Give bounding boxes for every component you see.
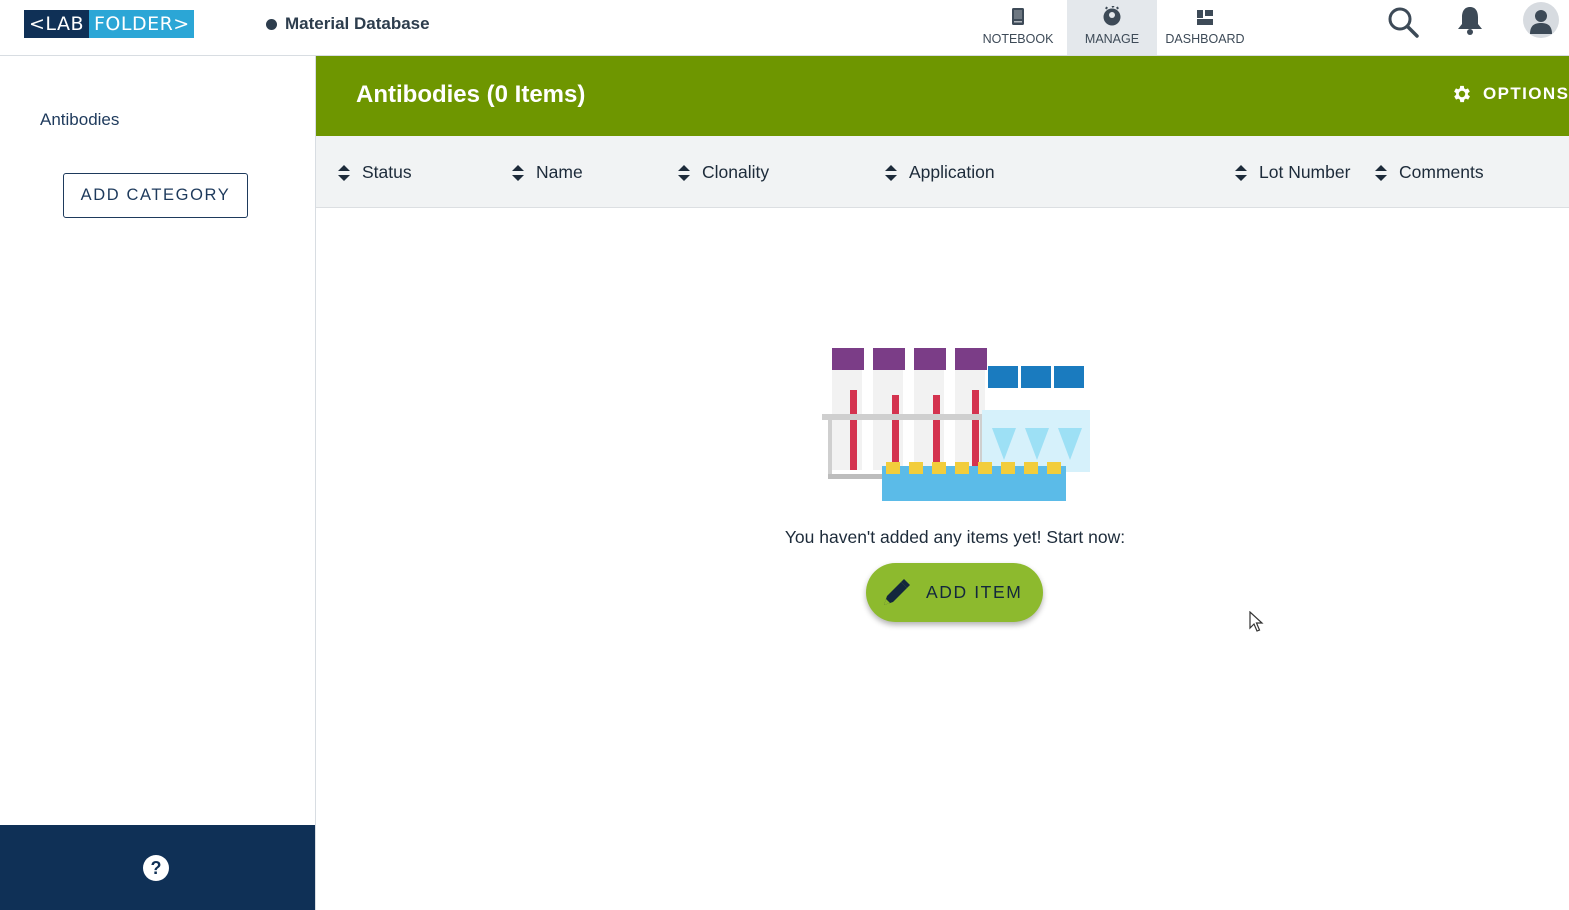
nav-manage-label: MANAGE bbox=[1084, 32, 1140, 46]
manage-icon bbox=[1103, 6, 1121, 26]
breadcrumb[interactable]: Material Database bbox=[266, 14, 430, 34]
column-label: Lot Number bbox=[1259, 162, 1351, 182]
sort-icon bbox=[885, 164, 897, 181]
add-item-button[interactable]: ADD ITEM bbox=[866, 563, 1043, 622]
logo-folder: FOLDER> bbox=[88, 10, 194, 38]
page-title: Antibodies (0 Items) bbox=[356, 81, 586, 108]
search-icon[interactable] bbox=[1385, 4, 1421, 40]
breadcrumb-dot-icon bbox=[266, 18, 277, 30]
labfolder-logo[interactable]: <LAB FOLDER> bbox=[24, 10, 194, 38]
sidebar: Antibodies ADD CATEGORY bbox=[0, 56, 316, 910]
breadcrumb-label: Material Database bbox=[285, 14, 430, 33]
mouse-cursor-icon bbox=[1249, 611, 1264, 632]
column-clonality[interactable]: Clonality bbox=[678, 162, 769, 183]
options-label: OPTIONS bbox=[1483, 84, 1569, 103]
nav-manage[interactable]: MANAGE bbox=[1067, 0, 1157, 55]
sort-icon bbox=[1375, 164, 1387, 181]
column-label: Clonality bbox=[702, 162, 770, 182]
sidebar-item-antibodies[interactable]: Antibodies bbox=[40, 110, 119, 130]
avatar-figure-icon bbox=[1530, 10, 1552, 34]
nav-dashboard-label: DASHBOARD bbox=[1165, 32, 1245, 46]
nav-dashboard[interactable]: DASHBOARD bbox=[1157, 0, 1253, 55]
column-comments[interactable]: Comments bbox=[1375, 162, 1484, 183]
nav-notebook-label: NOTEBOOK bbox=[982, 32, 1054, 46]
pencil-icon bbox=[884, 578, 910, 605]
sort-icon bbox=[1235, 164, 1247, 181]
sort-icon bbox=[338, 164, 350, 181]
help-icon[interactable]: ? bbox=[143, 855, 169, 881]
category-header: Antibodies (0 Items) OPTIONS bbox=[316, 56, 1569, 136]
sort-icon bbox=[678, 164, 690, 181]
column-label: Status bbox=[362, 162, 412, 182]
column-lot-number[interactable]: Lot Number bbox=[1235, 162, 1350, 183]
gear-icon bbox=[1454, 85, 1470, 103]
column-name[interactable]: Name bbox=[512, 162, 583, 183]
column-application[interactable]: Application bbox=[885, 162, 995, 183]
bell-icon[interactable] bbox=[1454, 4, 1486, 36]
column-label: Comments bbox=[1399, 162, 1484, 182]
column-label: Name bbox=[536, 162, 583, 182]
column-status[interactable]: Status bbox=[338, 162, 412, 183]
nav-notebook[interactable]: NOTEBOOK bbox=[975, 0, 1061, 55]
dashboard-icon bbox=[1197, 10, 1213, 25]
top-bar: <LAB FOLDER> Material Database NOTEBOOK … bbox=[0, 0, 1569, 56]
add-item-label: ADD ITEM bbox=[926, 582, 1023, 602]
notebook-icon bbox=[1012, 8, 1024, 25]
sort-icon bbox=[512, 164, 524, 181]
options-button[interactable]: OPTIONS bbox=[1451, 83, 1569, 105]
help-bar: ? bbox=[0, 825, 315, 910]
test-tubes-illustration bbox=[822, 348, 1090, 501]
empty-state-message: You haven't added any items yet! Start n… bbox=[784, 527, 1126, 547]
add-category-button[interactable]: ADD CATEGORY bbox=[63, 173, 248, 218]
column-label: Application bbox=[909, 162, 995, 182]
logo-lab: <LAB bbox=[24, 10, 89, 38]
table-header: Status Name Clonality Application Lot Nu… bbox=[316, 136, 1569, 208]
avatar-icon[interactable] bbox=[1523, 2, 1559, 38]
